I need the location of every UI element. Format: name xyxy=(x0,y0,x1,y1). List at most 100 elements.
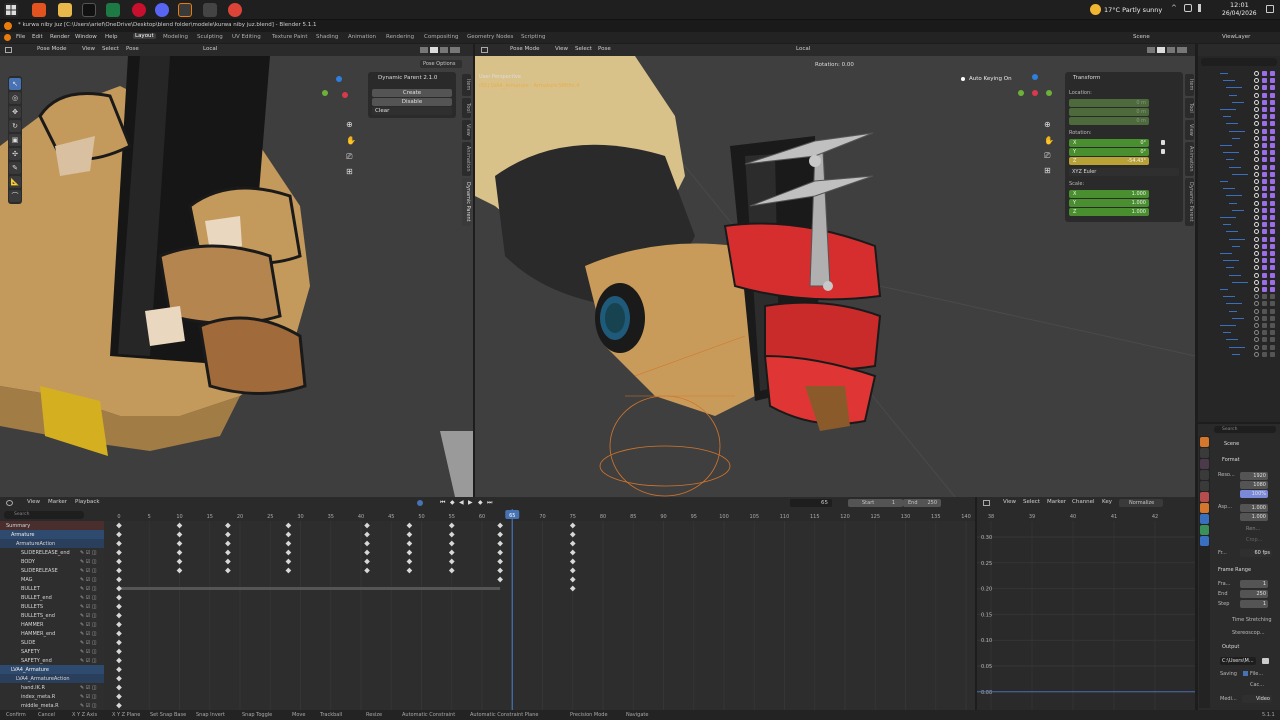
sidebar-tab-view[interactable]: View xyxy=(462,120,471,140)
play-icon[interactable]: ▶ xyxy=(468,499,473,506)
camera-icon[interactable] xyxy=(1270,179,1275,184)
visibility-icons[interactable] xyxy=(1242,107,1278,113)
keyframe[interactable] xyxy=(176,558,183,565)
keyframe[interactable] xyxy=(406,531,413,538)
eye-icon[interactable] xyxy=(1254,92,1259,98)
camera-icon[interactable] xyxy=(1270,243,1275,249)
lock-icon[interactable] xyxy=(1161,140,1165,145)
eye-icon[interactable] xyxy=(1254,258,1259,264)
output-title[interactable]: Output xyxy=(1222,644,1239,650)
keyframe[interactable] xyxy=(176,540,183,547)
view-layer-selector[interactable]: ViewLayer xyxy=(1222,34,1250,40)
sidebar-tab-item[interactable]: Item xyxy=(462,74,471,96)
visibility-icons[interactable] xyxy=(1242,171,1278,178)
next-key-icon[interactable]: ◆ xyxy=(478,499,483,506)
sidebar-tab-animation[interactable]: Animation xyxy=(1185,142,1194,176)
tab-uv-editing[interactable]: UV Editing xyxy=(232,34,261,40)
keyframe[interactable] xyxy=(116,603,122,610)
eye-icon[interactable] xyxy=(1254,236,1259,242)
render-icon[interactable] xyxy=(1262,143,1267,148)
right-menu-select[interactable]: Select xyxy=(575,46,592,52)
channel-row[interactable]: Armature xyxy=(0,530,104,539)
eye-icon[interactable] xyxy=(1254,114,1259,120)
eye-icon[interactable] xyxy=(1254,351,1259,357)
graph-menu-marker[interactable]: Marker xyxy=(1047,499,1066,505)
channel-toggle-icons[interactable]: ✎ ☑ ◫ xyxy=(80,703,97,709)
visibility-icons[interactable] xyxy=(1242,193,1278,199)
frame-range-title[interactable]: Frame Range xyxy=(1218,567,1251,573)
menu-edit[interactable]: Edit xyxy=(32,34,43,40)
render-icon[interactable] xyxy=(1262,279,1267,285)
keyframe[interactable] xyxy=(116,522,122,529)
visibility-icons[interactable] xyxy=(1242,179,1278,185)
graph-menu-channel[interactable]: Channel xyxy=(1072,499,1095,505)
keyframe[interactable] xyxy=(497,576,503,583)
media-dropdown[interactable]: Video xyxy=(1242,695,1272,703)
camera-icon[interactable] xyxy=(1270,265,1275,271)
visibility-icons[interactable] xyxy=(1242,200,1278,207)
transform-tool-icon[interactable]: ✣ xyxy=(9,148,21,160)
normalize-toggle[interactable]: Normalize xyxy=(1119,499,1163,507)
keyframe[interactable] xyxy=(569,558,576,565)
channel-row[interactable]: BULLET ✎ ☑ ◫ xyxy=(0,584,104,593)
camera-icon[interactable] xyxy=(1270,272,1275,278)
eye-icon[interactable] xyxy=(1254,157,1259,163)
annotate-tool-icon[interactable]: ✎ xyxy=(9,162,21,174)
weather-text[interactable]: 17°C Partly sunny xyxy=(1104,6,1162,14)
keyframe[interactable] xyxy=(225,567,231,574)
channel-row[interactable]: BULLETS_end ✎ ☑ ◫ xyxy=(0,611,104,620)
camera-icon[interactable] xyxy=(1270,279,1275,285)
channel-row[interactable]: ArmatureAction xyxy=(0,539,104,548)
keyframe[interactable] xyxy=(364,522,370,529)
tab-animation[interactable]: Animation xyxy=(348,34,376,40)
sidebar-tab-tool[interactable]: Tool xyxy=(462,98,471,118)
right-menu-view[interactable]: View xyxy=(555,46,568,52)
camera-icon[interactable] xyxy=(1270,308,1275,314)
render-icon[interactable] xyxy=(1262,78,1267,84)
tab-geometry-nodes[interactable]: Geometry Nodes xyxy=(467,34,513,40)
keyframe[interactable] xyxy=(116,630,122,637)
graph-ruler[interactable] xyxy=(977,509,1195,521)
camera-icon[interactable] xyxy=(1270,135,1275,141)
visibility-icons[interactable] xyxy=(1242,323,1278,329)
graph-menu-key[interactable]: Key xyxy=(1102,499,1112,505)
right-3d-viewport[interactable]: User Perspective (65) LVA4_Armature : Ar… xyxy=(475,56,1195,497)
camera-icon[interactable] xyxy=(1270,287,1275,292)
tab-sculpting[interactable]: Sculpting xyxy=(197,34,223,40)
keyframe[interactable] xyxy=(364,558,370,565)
windows-start-icon[interactable] xyxy=(4,3,18,17)
camera-icon[interactable] xyxy=(1270,323,1275,328)
render-icon[interactable] xyxy=(1262,157,1267,163)
channel-search-input[interactable]: Search xyxy=(4,511,84,519)
grid-view-icon[interactable]: ⊞ xyxy=(1044,166,1051,175)
keyframe[interactable] xyxy=(116,540,122,547)
app-icon[interactable] xyxy=(203,3,217,17)
camera-icon[interactable] xyxy=(1270,186,1275,192)
right-mode-dropdown[interactable]: Pose Mode xyxy=(510,46,539,52)
visibility-icons[interactable] xyxy=(1242,301,1278,307)
aspect-y-field[interactable]: 1.000 xyxy=(1240,513,1268,521)
sidebar-tab-view[interactable]: View xyxy=(1185,120,1194,140)
jump-end-icon[interactable]: ⏭ xyxy=(487,499,492,507)
physics-tab-icon[interactable] xyxy=(1200,525,1209,535)
camera-icon[interactable] xyxy=(1270,207,1275,213)
tool-tab-icon[interactable] xyxy=(1200,437,1209,447)
menu-file[interactable]: File xyxy=(16,34,25,40)
visibility-icons[interactable] xyxy=(1242,128,1278,135)
rotation-y-field[interactable]: Y 0° xyxy=(1069,148,1149,156)
format-title[interactable]: Format xyxy=(1222,457,1240,463)
keyframe[interactable] xyxy=(225,531,231,538)
keyframe[interactable] xyxy=(116,567,122,574)
channel-row[interactable]: LVA4_ArmatureAction xyxy=(0,674,104,683)
camera-icon[interactable] xyxy=(1270,236,1275,242)
rotation-mode-dropdown[interactable]: XYZ Euler xyxy=(1069,168,1179,176)
end-frame-field[interactable]: End 250 xyxy=(903,499,941,507)
eye-icon[interactable] xyxy=(1254,323,1259,328)
network-icon[interactable] xyxy=(1184,4,1192,12)
keyframe[interactable] xyxy=(364,549,370,556)
frame-end-field[interactable]: 250 xyxy=(1240,590,1268,598)
render-icon[interactable] xyxy=(1262,236,1267,242)
folder-icon[interactable] xyxy=(58,3,72,17)
eye-icon[interactable] xyxy=(1254,179,1259,184)
volume-icon[interactable] xyxy=(1198,4,1206,12)
